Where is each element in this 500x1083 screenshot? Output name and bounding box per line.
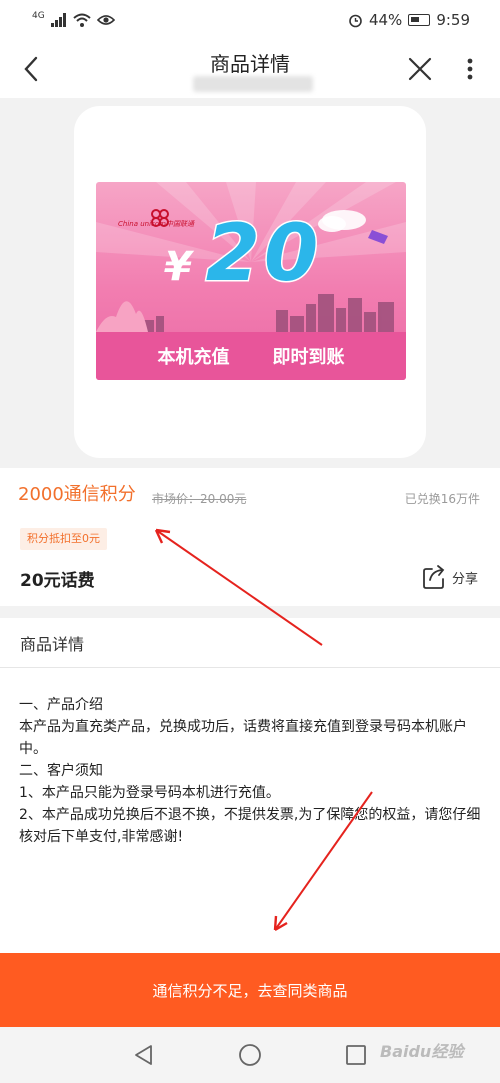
battery-percent: 44% [368, 11, 403, 29]
product-image-card[interactable]: China unicom中国联通 ¥ 20 本机充值 即时到账 [74, 106, 426, 458]
amount-value: 20 [204, 209, 323, 299]
status-left: 4G [32, 10, 115, 27]
coupon-tag-right: 即时到账 [272, 347, 345, 368]
detail-line: 1、本产品只能为登录号码本机进行充值。 [19, 785, 280, 801]
share-button[interactable]: 分享 [422, 564, 478, 590]
detail-line: 一、产品介绍 [19, 697, 103, 713]
detail-section-header: 商品详情 [0, 618, 500, 668]
brand-logo-text: China unicom中国联通 [118, 220, 194, 228]
more-vertical-icon [467, 58, 473, 80]
share-icon [423, 565, 445, 589]
close-button[interactable] [404, 52, 436, 86]
status-right: 44% 9:59 [348, 11, 470, 29]
detail-line: 二、客户须知 [19, 763, 103, 779]
nav-bar: 商品详情 [0, 40, 500, 98]
square-recents-icon [346, 1045, 366, 1065]
status-bar: 4G 44% 9:59 [0, 0, 500, 40]
clock: 9:59 [436, 11, 470, 29]
detail-line: 2、本产品成功兑换后不退不换，不提供发票,为了保障您的权益，请您仔细核对后下单支… [19, 807, 481, 845]
detail-section-title: 商品详情 [20, 635, 85, 654]
market-price: 市场价：20.00元 [152, 492, 247, 506]
points-price: 2000通信积分 [18, 484, 136, 505]
product-name: 20元话费 [20, 571, 95, 591]
triangle-back-icon [135, 1045, 152, 1065]
more-button[interactable] [458, 52, 482, 86]
blurred-url [193, 76, 313, 92]
share-label: 分享 [452, 571, 479, 587]
coupon-tag-left: 本机充值 [157, 347, 230, 368]
baidu-watermark: Baidu经验 [380, 1042, 464, 1061]
insufficient-points-button[interactable]: 通信积分不足，去查同类商品 [0, 953, 500, 1027]
battery-icon [408, 14, 431, 26]
exchanged-count: 已兑换16万件 [404, 492, 480, 506]
coupon-amount: ¥ 20 [164, 214, 322, 295]
product-hero: China unicom中国联通 ¥ 20 本机充值 即时到账 [0, 98, 500, 468]
system-back-button[interactable] [132, 1043, 156, 1067]
wifi-icon [73, 13, 91, 27]
system-recents-button[interactable] [344, 1043, 368, 1067]
detail-body: 一、产品介绍 本产品为直充类产品，兑换成功后，话费将直接充值到登录号码本机账户中… [0, 668, 500, 953]
signal-icon [50, 13, 66, 27]
product-info: 2000通信积分 市场价：20.00元 已兑换16万件 积分抵扣至0元 20元话… [0, 468, 500, 606]
network-type: 4G [32, 10, 45, 21]
system-home-button[interactable] [238, 1043, 262, 1067]
currency-symbol: ¥ [164, 244, 192, 290]
eye-icon [96, 15, 115, 25]
circle-home-icon [239, 1044, 261, 1066]
close-icon [408, 57, 432, 81]
deduct-badge: 积分抵扣至0元 [20, 528, 107, 550]
detail-line: 本产品为直充类产品，兑换成功后，话费将直接充值到登录号码本机账户中。 [19, 719, 467, 757]
alarm-icon [349, 14, 362, 27]
recharge-coupon-image: China unicom中国联通 ¥ 20 本机充值 即时到账 [96, 182, 406, 380]
coupon-footer: 本机充值 即时到账 [96, 332, 406, 380]
